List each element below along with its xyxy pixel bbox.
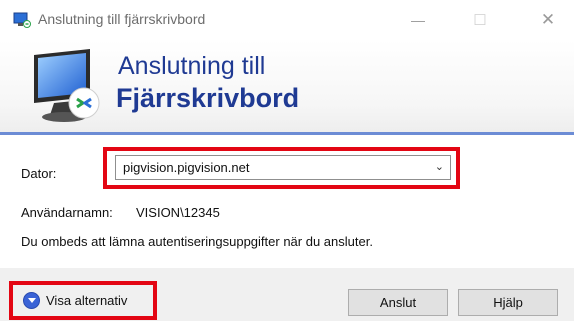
computer-value[interactable]: pigvision.pigvision.net: [123, 160, 249, 175]
maximize-icon: ☐: [473, 12, 487, 29]
help-label: Hjälp: [493, 295, 523, 310]
username-value: VISION\12345: [136, 205, 220, 220]
title-bar: Anslutning till fjärrskrivbord — ☐ ✕: [0, 0, 574, 40]
remote-desktop-logo-icon: [34, 49, 100, 122]
computer-label: Dator:: [21, 166, 57, 181]
credentials-info-text: Du ombeds att lämna autentiseringsuppgif…: [21, 234, 373, 249]
remote-desktop-icon: [13, 12, 31, 28]
show-options-button[interactable]: Visa alternativ: [46, 293, 127, 308]
expand-options-icon[interactable]: [23, 292, 40, 309]
banner-title-line2: Fjärrskrivbord: [116, 83, 300, 113]
close-icon: ✕: [540, 10, 556, 29]
maximize-button[interactable]: ☐: [457, 0, 503, 40]
chevron-down-icon[interactable]: ⌄: [435, 160, 444, 173]
minimize-button[interactable]: —: [395, 0, 441, 40]
computer-combobox[interactable]: pigvision.pigvision.net ⌄: [115, 155, 451, 180]
close-button[interactable]: ✕: [525, 0, 571, 40]
minimize-icon: —: [411, 12, 425, 28]
window-title: Anslutning till fjärrskrivbord: [38, 11, 206, 27]
banner-divider: [0, 132, 574, 135]
connect-button[interactable]: Anslut: [348, 289, 448, 316]
connect-label: Anslut: [379, 295, 417, 310]
username-label: Användarnamn:: [21, 205, 113, 220]
help-button[interactable]: Hjälp: [458, 289, 558, 316]
banner-title-line1: Anslutning till: [118, 52, 266, 80]
